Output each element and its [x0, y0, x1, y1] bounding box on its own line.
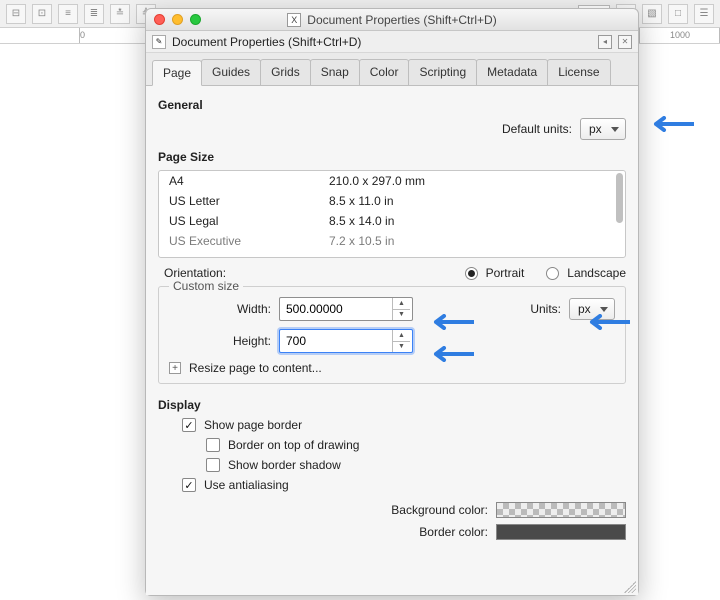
close-icon[interactable] — [154, 14, 165, 25]
custom-units-select[interactable]: px — [569, 298, 615, 320]
height-input[interactable] — [280, 330, 392, 352]
orientation-label: Orientation: — [164, 266, 457, 280]
toolbar-button[interactable]: ☰ — [694, 4, 714, 24]
landscape-radio[interactable] — [546, 267, 559, 280]
minimize-icon[interactable] — [172, 14, 183, 25]
show-page-border-label: Show page border — [204, 418, 302, 432]
tab-scripting[interactable]: Scripting — [408, 59, 477, 85]
portrait-label: Portrait — [486, 266, 525, 280]
height-label: Height: — [169, 334, 271, 348]
toolbar-button[interactable]: ⊟ — [6, 4, 26, 24]
default-units-select[interactable]: px — [580, 118, 626, 140]
step-down-icon[interactable]: ▼ — [393, 342, 410, 353]
width-stepper[interactable]: ▲▼ — [279, 297, 413, 321]
tab-page[interactable]: Page — [152, 60, 202, 86]
tab-strip: Page Guides Grids Snap Color Scripting M… — [146, 53, 638, 86]
page-size-list[interactable]: A4210.0 x 297.0 mm US Letter8.5 x 11.0 i… — [158, 170, 626, 258]
minimize-panel-icon[interactable]: ◂ — [598, 35, 612, 49]
app-icon: X — [287, 13, 301, 27]
border-color-label: Border color: — [419, 525, 488, 539]
use-antialiasing-checkbox[interactable] — [182, 478, 196, 492]
height-stepper[interactable]: ▲▼ — [279, 329, 413, 353]
background-color-label: Background color: — [391, 503, 488, 517]
document-properties-dialog: X Document Properties (Shift+Ctrl+D) ✎ D… — [145, 8, 639, 596]
list-item[interactable]: US Executive7.2 x 10.5 in — [159, 231, 625, 251]
landscape-label: Landscape — [567, 266, 626, 280]
border-on-top-checkbox[interactable] — [206, 438, 220, 452]
scrollbar[interactable] — [616, 173, 623, 223]
titlebar[interactable]: X Document Properties (Shift+Ctrl+D) — [146, 9, 638, 31]
toolbar-button[interactable]: ⊡ — [32, 4, 52, 24]
page-size-heading: Page Size — [158, 150, 626, 164]
window-title: Document Properties (Shift+Ctrl+D) — [307, 13, 496, 27]
tab-grids[interactable]: Grids — [260, 59, 311, 85]
dock-app-icon: ✎ — [152, 35, 166, 49]
background-color-swatch[interactable] — [496, 502, 626, 518]
show-page-border-checkbox[interactable] — [182, 418, 196, 432]
tab-license[interactable]: License — [547, 59, 610, 85]
tab-snap[interactable]: Snap — [310, 59, 360, 85]
default-units-label: Default units: — [502, 122, 572, 136]
close-panel-icon[interactable]: ✕ — [618, 35, 632, 49]
toolbar-button[interactable]: ▧ — [642, 4, 662, 24]
expand-icon[interactable]: + — [169, 362, 181, 374]
toolbar-button[interactable]: ≡ — [58, 4, 78, 24]
step-down-icon[interactable]: ▼ — [393, 310, 410, 321]
width-input[interactable] — [280, 298, 392, 320]
units-label: Units: — [530, 302, 561, 316]
tab-metadata[interactable]: Metadata — [476, 59, 548, 85]
toolbar-button[interactable]: ≣ — [84, 4, 104, 24]
resize-grip-icon[interactable] — [624, 581, 636, 593]
step-up-icon[interactable]: ▲ — [393, 330, 410, 342]
show-border-shadow-label: Show border shadow — [228, 458, 341, 472]
custom-units-value: px — [578, 302, 591, 316]
show-border-shadow-checkbox[interactable] — [206, 458, 220, 472]
general-heading: General — [158, 98, 626, 112]
custom-size-legend: Custom size — [169, 279, 243, 293]
toolbar-button[interactable]: □ — [668, 4, 688, 24]
tab-color[interactable]: Color — [359, 59, 410, 85]
dock-title: Document Properties (Shift+Ctrl+D) — [172, 35, 361, 49]
border-color-swatch[interactable] — [496, 524, 626, 540]
default-units-value: px — [589, 122, 602, 136]
tab-body-page: General Default units: px Page Size A421… — [146, 86, 638, 595]
zoom-icon[interactable] — [190, 14, 201, 25]
custom-size-fieldset: Custom size Width: ▲▼ Units: px Height: … — [158, 286, 626, 384]
width-label: Width: — [169, 302, 271, 316]
list-item[interactable]: US Letter8.5 x 11.0 in — [159, 191, 625, 211]
portrait-radio[interactable] — [465, 267, 478, 280]
toolbar-button[interactable]: ≛ — [110, 4, 130, 24]
tab-guides[interactable]: Guides — [201, 59, 261, 85]
dock-header: ✎ Document Properties (Shift+Ctrl+D) ◂ ✕ — [146, 31, 638, 53]
border-on-top-label: Border on top of drawing — [228, 438, 359, 452]
display-heading: Display — [158, 398, 626, 412]
list-item[interactable]: US Legal8.5 x 14.0 in — [159, 211, 625, 231]
use-antialiasing-label: Use antialiasing — [204, 478, 289, 492]
list-item[interactable]: A4210.0 x 297.0 mm — [159, 171, 625, 191]
step-up-icon[interactable]: ▲ — [393, 298, 410, 310]
resize-to-content-label[interactable]: Resize page to content... — [189, 361, 322, 375]
